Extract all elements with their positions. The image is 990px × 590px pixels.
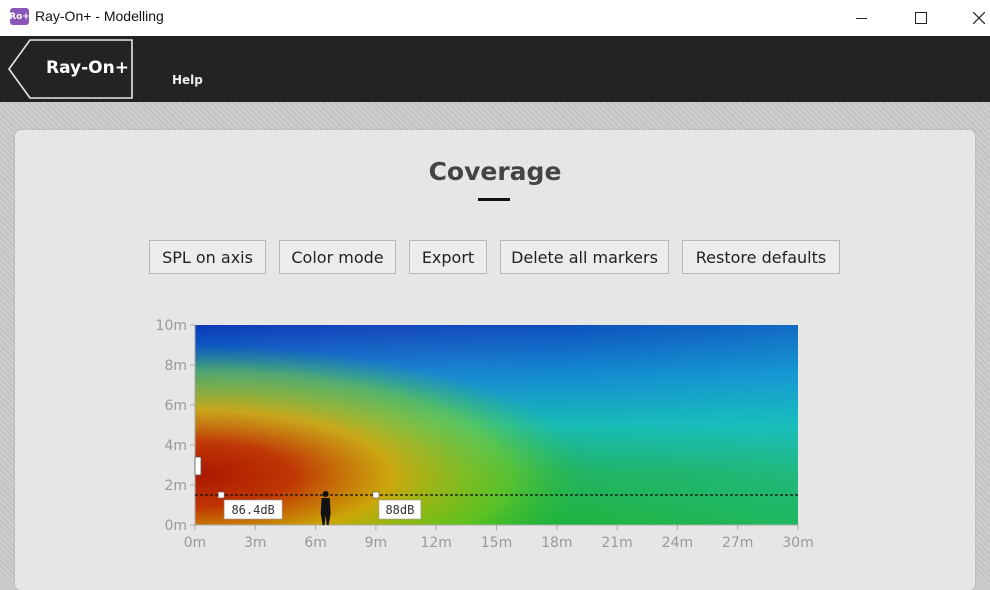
x-tick-label: 21m: [601, 535, 632, 551]
x-tick-label: 24m: [662, 535, 693, 551]
speaker-source-icon: [194, 456, 202, 476]
window-titlebar: Ro+ Ray-On+ - Modelling: [0, 0, 990, 36]
window-title: Ray-On+ - Modelling: [35, 8, 164, 24]
page-title: Coverage: [428, 157, 562, 186]
x-tick-label: 0m: [184, 535, 207, 551]
export-button[interactable]: Export: [409, 240, 487, 274]
marker-handle: [372, 491, 380, 499]
app-toolbar: [0, 36, 990, 102]
x-axis: 0m 3m 6m 9m 12m 15m 18m 21m 24m 27m 30m: [184, 524, 814, 551]
title-underline: [478, 198, 510, 201]
color-mode-button[interactable]: Color mode: [279, 240, 396, 274]
x-tick-label: 30m: [782, 535, 813, 551]
coverage-chart-svg: 0m 2m 4m 6m 8m 10m 0m 3m 6m 9m 12m 15m 18m 21m 24m 27m…: [156, 318, 814, 551]
marker-spl-label: 86.4dB: [231, 503, 274, 517]
coverage-chart: 0m 2m 4m 6m 8m 10m 0m 3m 6m 9m 12m 15m 18m 21m 24m 27m…: [140, 310, 840, 560]
y-tick-label: 0m: [164, 518, 187, 534]
y-tick-label: 2m: [164, 478, 187, 494]
marker-handle: [217, 491, 225, 499]
close-button[interactable]: [956, 0, 990, 36]
minimize-button[interactable]: [838, 0, 884, 36]
y-tick-label: 6m: [164, 398, 187, 414]
maximize-button[interactable]: [898, 0, 944, 36]
x-tick-label: 27m: [722, 535, 753, 551]
x-tick-label: 6m: [304, 535, 327, 551]
back-button-label: Ray-On+: [46, 58, 129, 78]
marker-spl-label: 88dB: [385, 503, 414, 517]
restore-defaults-button[interactable]: Restore defaults: [682, 240, 840, 274]
person-head: [322, 491, 329, 497]
back-button[interactable]: Ray-On+: [8, 39, 134, 99]
minimize-icon: [855, 17, 867, 19]
x-tick-label: 3m: [244, 535, 267, 551]
x-tick-label: 15m: [481, 535, 512, 551]
help-link[interactable]: Help: [172, 73, 203, 87]
delete-all-markers-button[interactable]: Delete all markers: [500, 240, 669, 274]
y-tick-label: 4m: [164, 438, 187, 454]
x-tick-label: 9m: [365, 535, 388, 551]
x-tick-label: 18m: [541, 535, 572, 551]
app-logo-icon: Ro+: [9, 8, 30, 25]
maximize-icon: [915, 12, 927, 24]
close-icon: [973, 12, 985, 24]
spl-on-axis-button[interactable]: SPL on axis: [149, 240, 266, 274]
y-axis: 0m 2m 4m 6m 8m 10m: [156, 318, 196, 534]
x-tick-label: 12m: [420, 535, 451, 551]
y-tick-label: 8m: [164, 358, 187, 374]
y-tick-label: 10m: [156, 318, 187, 334]
